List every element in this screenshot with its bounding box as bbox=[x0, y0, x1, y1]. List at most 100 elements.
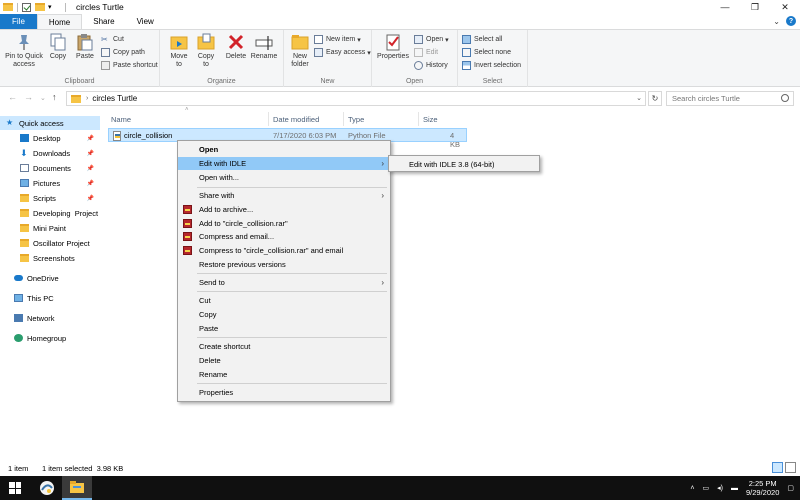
menu-item-delete[interactable]: Delete bbox=[178, 354, 390, 367]
menu-item-copy[interactable]: Copy bbox=[178, 308, 390, 321]
column-header-size[interactable]: Size bbox=[423, 113, 438, 125]
back-arrow-icon[interactable]: ← bbox=[8, 92, 17, 102]
maximize-button[interactable]: ❐ bbox=[740, 0, 770, 14]
taskbar-app-python[interactable] bbox=[32, 476, 62, 500]
tab-file[interactable]: File bbox=[0, 14, 37, 29]
menu-item-cut[interactable]: Cut bbox=[178, 294, 390, 307]
column-divider[interactable] bbox=[343, 112, 344, 126]
rename-button[interactable]: Rename bbox=[250, 33, 278, 61]
details-view-button[interactable] bbox=[772, 462, 783, 473]
sidebar-item-network[interactable]: Network bbox=[0, 311, 100, 325]
open-button[interactable]: Open ▾ bbox=[414, 34, 449, 45]
notifications-icon[interactable]: ▢ bbox=[787, 484, 794, 492]
copy-path-button[interactable]: Copy path bbox=[101, 47, 145, 58]
sidebar-item-homegroup[interactable]: Homegroup bbox=[0, 331, 100, 345]
cut-button[interactable]: ✂ Cut bbox=[101, 34, 124, 45]
menu-item-open-with[interactable]: Open with... bbox=[178, 171, 390, 184]
delete-button[interactable]: Delete bbox=[225, 33, 247, 61]
chevron-up-icon[interactable]: ˄ bbox=[690, 485, 694, 492]
pin-icon[interactable]: 📌 bbox=[87, 165, 94, 172]
taskbar-app-file-explorer[interactable] bbox=[62, 476, 92, 500]
paste-button[interactable]: Paste bbox=[74, 33, 96, 61]
properties-quick-icon[interactable] bbox=[22, 2, 31, 12]
sidebar-item-oscillator-project[interactable]: Oscillator Project bbox=[0, 236, 100, 250]
pin-quick-access-button[interactable]: Pin to Quick access bbox=[4, 33, 44, 69]
chevron-down-icon[interactable]: ⌄ bbox=[773, 17, 780, 26]
column-divider[interactable] bbox=[418, 112, 419, 126]
menu-item-add-to-archive[interactable]: Add to archive... bbox=[178, 203, 390, 216]
easy-access-button[interactable]: Easy access ▾ bbox=[314, 47, 371, 58]
help-icon[interactable]: ? bbox=[786, 16, 796, 26]
history-button[interactable]: History bbox=[414, 60, 448, 71]
refresh-button[interactable]: ↻ bbox=[648, 91, 662, 106]
minimize-button[interactable]: — bbox=[710, 0, 740, 14]
sidebar-item-scripts[interactable]: Scripts 📌 bbox=[0, 191, 100, 205]
tab-home[interactable]: Home bbox=[36, 14, 83, 29]
menu-item-compress-rar-email[interactable]: Compress to "circle_collision.rar" and e… bbox=[178, 244, 390, 257]
breadcrumb[interactable]: circles Turtle bbox=[92, 94, 137, 103]
close-button[interactable]: ✕ bbox=[770, 0, 800, 14]
tab-share[interactable]: Share bbox=[82, 14, 125, 29]
sidebar-item-quick-access[interactable]: ★ Quick access bbox=[0, 116, 100, 130]
sidebar-item-screenshots[interactable]: Screenshots bbox=[0, 251, 100, 265]
menu-item-compress-email[interactable]: Compress and email... bbox=[178, 230, 390, 243]
paste-shortcut-button[interactable]: Paste shortcut bbox=[101, 60, 158, 71]
column-divider[interactable] bbox=[268, 112, 269, 126]
column-header-date[interactable]: Date modified bbox=[273, 113, 319, 125]
menu-item-label: Add to "circle_collision.rar" bbox=[199, 219, 288, 228]
move-to-button[interactable]: Move to bbox=[168, 33, 190, 69]
edit-button[interactable]: Edit bbox=[414, 47, 438, 58]
sidebar-item-desktop[interactable]: Desktop 📌 bbox=[0, 131, 100, 145]
menu-item-edit-with-idle[interactable]: Edit with IDLE › bbox=[178, 157, 390, 170]
forward-arrow-icon[interactable]: → bbox=[24, 92, 33, 102]
menu-item-add-to-rar[interactable]: Add to "circle_collision.rar" bbox=[178, 217, 390, 230]
menu-item-create-shortcut[interactable]: Create shortcut bbox=[178, 340, 390, 353]
network-icon[interactable]: ▭ bbox=[703, 484, 710, 492]
properties-button[interactable]: Properties bbox=[376, 33, 410, 61]
clock[interactable]: 2:25 PM 9/29/2020 bbox=[746, 479, 779, 497]
search-input[interactable]: Search circles Turtle bbox=[666, 91, 794, 106]
new-item-button[interactable]: New item ▾ bbox=[314, 34, 361, 45]
pin-icon[interactable]: 📌 bbox=[87, 195, 94, 202]
copy-button[interactable]: Copy bbox=[47, 33, 69, 61]
sidebar-item-mini-paint[interactable]: Mini Paint bbox=[0, 221, 100, 235]
sidebar-item-downloads[interactable]: ⬇ Downloads 📌 bbox=[0, 146, 100, 160]
start-button[interactable] bbox=[0, 476, 30, 500]
column-header-type[interactable]: Type bbox=[348, 113, 364, 125]
up-arrow-icon[interactable]: ↑ bbox=[52, 92, 57, 102]
new-folder-button[interactable]: New folder bbox=[286, 33, 314, 69]
invert-selection-button[interactable]: Invert selection bbox=[462, 60, 521, 71]
address-dropdown-icon[interactable]: ⌄ bbox=[636, 94, 642, 102]
menu-item-edit-idle-38[interactable]: Edit with IDLE 3.8 (64-bit) bbox=[389, 158, 539, 171]
sidebar-item-developing-project[interactable]: Developing Project bbox=[0, 206, 100, 220]
menu-item-paste[interactable]: Paste bbox=[178, 322, 390, 335]
sidebar-item-documents[interactable]: Documents 📌 bbox=[0, 161, 100, 175]
pin-icon[interactable]: 📌 bbox=[87, 135, 94, 142]
select-none-button[interactable]: Select none bbox=[462, 47, 511, 58]
move-to-icon bbox=[170, 33, 188, 51]
breadcrumb-separator-icon[interactable]: › bbox=[86, 95, 88, 102]
column-header-name[interactable]: Name bbox=[111, 113, 131, 125]
menu-item-properties[interactable]: Properties bbox=[178, 386, 390, 399]
pin-icon[interactable]: 📌 bbox=[87, 180, 94, 187]
menu-item-send-to[interactable]: Send to › bbox=[178, 276, 390, 289]
sidebar-item-this-pc[interactable]: This PC bbox=[0, 291, 100, 305]
pin-icon[interactable]: 📌 bbox=[87, 150, 94, 157]
customize-toolbar-icon[interactable]: ▾ bbox=[48, 3, 57, 12]
flag-icon[interactable]: ▬ bbox=[731, 485, 738, 492]
address-bar[interactable]: › circles Turtle ⌄ bbox=[66, 91, 646, 106]
select-all-button[interactable]: Select all bbox=[462, 34, 502, 45]
new-folder-quick-icon[interactable] bbox=[35, 2, 45, 12]
large-icons-view-button[interactable] bbox=[785, 462, 796, 473]
menu-item-share-with[interactable]: Share with › bbox=[178, 189, 390, 202]
sidebar-item-onedrive[interactable]: OneDrive bbox=[0, 271, 100, 285]
tab-view[interactable]: View bbox=[126, 14, 165, 29]
volume-icon[interactable]: ◂) bbox=[717, 484, 723, 492]
menu-item-open[interactable]: Open bbox=[178, 143, 390, 156]
menu-item-restore-previous[interactable]: Restore previous versions bbox=[178, 258, 390, 271]
recent-locations-icon[interactable]: ⌄ bbox=[40, 94, 46, 102]
menu-separator bbox=[197, 291, 387, 292]
menu-item-rename[interactable]: Rename bbox=[178, 368, 390, 381]
copy-to-button[interactable]: Copy to bbox=[195, 33, 217, 69]
sidebar-item-pictures[interactable]: Pictures 📌 bbox=[0, 176, 100, 190]
